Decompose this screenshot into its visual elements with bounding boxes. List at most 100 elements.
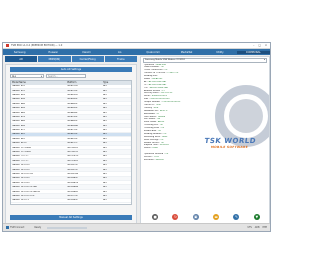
cell-model: GALAXY NOTE20	[12, 177, 30, 180]
cell-model: GALAXY NOTE10 5G	[12, 173, 34, 175]
cell-platform: SM-A715F	[67, 129, 78, 132]
log-key: Reading Info :	[144, 75, 159, 78]
search-input[interactable]: Search...	[46, 74, 86, 78]
sub-tab-frame[interactable]: Frame	[104, 56, 137, 62]
minimize-icon[interactable]: –	[253, 44, 254, 47]
cell-type: ALL	[103, 181, 107, 184]
device-select[interactable]: Samsung Mobile USB Modem (COM12) ▾	[143, 58, 267, 63]
nav-tab-qualcomm[interactable]: Qualcomm	[137, 51, 170, 54]
nav-tab-lg[interactable]: LG	[103, 51, 136, 54]
screenshot-icon[interactable]: ▣	[192, 213, 199, 220]
cell-model: GALAXY A70	[12, 115, 26, 118]
cell-platform: SM-A705F	[67, 115, 78, 118]
cell-type: ALL	[103, 93, 107, 96]
action-toolbar: ■ ↻ ▣ ▬ ✎ ▼	[145, 212, 267, 221]
cell-platform: SM-A205U	[67, 93, 78, 96]
sub-tab-mdm-on-[interactable]: MDM(ON)	[38, 56, 71, 62]
log-value: EUR	[154, 106, 159, 109]
cell-platform: SM-G390F	[67, 146, 78, 149]
column-header-model[interactable]: Model Name	[11, 81, 66, 84]
log-key: Bootloader :	[144, 112, 158, 115]
cell-model: GALAXY XCOVER5	[12, 151, 31, 154]
maximize-icon[interactable]: □	[258, 44, 260, 47]
log-value: 4	[157, 112, 159, 115]
status-connect: TSM Connect	[6, 226, 24, 229]
cell-type: ALL	[103, 107, 107, 110]
cell-type: ALL	[103, 164, 107, 167]
cell-model: GALAXY A30	[12, 98, 26, 101]
cell-platform: SM-A515F	[67, 133, 78, 136]
log-key: Checking FRP :	[144, 124, 160, 127]
nav-tab-utility[interactable]: Utility	[203, 51, 236, 54]
cell-model: GALAXY NOTE20 ULTRA	[12, 186, 37, 189]
log-key: FRP Status :	[144, 118, 157, 121]
sub-tab-carrier-fixing[interactable]: Carrier/Fixing	[71, 56, 104, 62]
refresh-icon[interactable]: ↻	[172, 213, 179, 220]
cell-model: GALAXY COTTO	[12, 155, 29, 158]
cell-platform: SM-A115F	[67, 89, 78, 92]
stop-icon[interactable]: ■	[152, 213, 159, 220]
sub-tab-ad[interactable]: AD	[5, 56, 38, 62]
cell-platform: SM-A305F	[67, 98, 78, 101]
log-value: Done	[161, 135, 168, 138]
cell-type: ALL	[103, 199, 107, 202]
close-icon[interactable]: ×	[265, 44, 267, 47]
column-header-platform[interactable]: Platform	[66, 81, 102, 84]
nav-tab-huawei[interactable]: Huawei	[36, 51, 69, 54]
log-key: Enable ADB :	[144, 129, 158, 132]
brush-icon[interactable]: ✎	[233, 213, 240, 220]
nav-tab-mediatek[interactable]: MediaTek	[170, 51, 203, 54]
section-title: Auto AD Settings	[10, 67, 132, 72]
log-value: OK	[161, 127, 165, 130]
cell-model: GALAXY A90	[12, 124, 26, 127]
log-key: Reboot Device :	[144, 141, 161, 144]
cell-platform: SM-A115U	[67, 85, 78, 88]
cell-platform: SM-A217F	[67, 142, 78, 145]
cell-platform: SM-N986B	[67, 186, 78, 189]
log-key: Operation :	[144, 63, 157, 66]
cell-platform: SM-G525F	[67, 151, 78, 154]
folder-icon[interactable]: ▬	[213, 213, 220, 220]
cell-type: ALL	[103, 102, 107, 105]
nav-tab-xiaomi[interactable]: Xiaomi	[70, 51, 103, 54]
log-value: 35XXXXXXXXXXXX	[150, 98, 170, 101]
status-indicator-mtp: MTP	[262, 226, 267, 229]
cell-type: ALL	[103, 155, 107, 158]
cell-model: GALAXY NOTE20 ULTRA 5G	[12, 190, 41, 193]
log-key: Status :	[144, 147, 153, 150]
app-logo-icon	[6, 44, 9, 47]
status-indicator-adb: ADB	[254, 226, 260, 229]
log-value: OXM	[155, 103, 161, 106]
cell-model: GALAXY NOTE20	[12, 181, 30, 184]
manual-ad-settings-button[interactable]: Manual AD Settings	[10, 215, 132, 220]
log-value: 00:00:41	[159, 144, 169, 147]
column-header-type[interactable]: Type	[102, 81, 131, 84]
cell-model: GALAXY A80	[12, 120, 26, 123]
cell-type: ALL	[103, 151, 107, 154]
log-value: OK	[160, 141, 164, 144]
log-key: Reading Network :	[144, 132, 164, 135]
log-value: 2021-01-01	[160, 92, 173, 95]
cell-platform: SM-A405F	[67, 102, 78, 105]
log-value: 1.0.4	[153, 156, 159, 158]
log-key: Hardware Ver :	[144, 109, 160, 112]
watermark-logo: TSK WORLD MOBILE SOFTWARE	[194, 137, 266, 149]
log-key: Elapsed Time :	[144, 144, 160, 147]
log-value: A515FXXU4CUA1	[148, 80, 167, 83]
cell-type: ALL	[103, 98, 107, 101]
device-select-value: Samsung Mobile USB Modem (COM12)	[145, 59, 186, 62]
cell-model: GALAXY A50	[12, 107, 26, 110]
save-icon[interactable]: ▼	[253, 213, 260, 220]
watermark-subtitle: MOBILE SOFTWARE	[210, 145, 249, 149]
log-key: Operation Finished :	[144, 153, 166, 156]
status-bar: TSM Connect Ready UFS ADB MTP	[3, 223, 270, 231]
table-row[interactable]: GALAXY NOTE 9 SM-N960F ALL	[11, 199, 131, 204]
table-header: Model Name Platform Type	[11, 81, 131, 85]
cell-model: GALAXY A01	[12, 137, 26, 140]
nav-tab-samsung[interactable]: Samsung	[3, 51, 36, 54]
log-key: Knox Guard :	[144, 121, 158, 124]
type-filter-select[interactable]: ALL ▾	[10, 74, 44, 78]
cell-platform: SM-N960F	[67, 199, 78, 202]
nav-tab-communal[interactable]: COMMUNAL	[236, 50, 270, 54]
cell-platform: SM-A606F	[67, 111, 78, 114]
